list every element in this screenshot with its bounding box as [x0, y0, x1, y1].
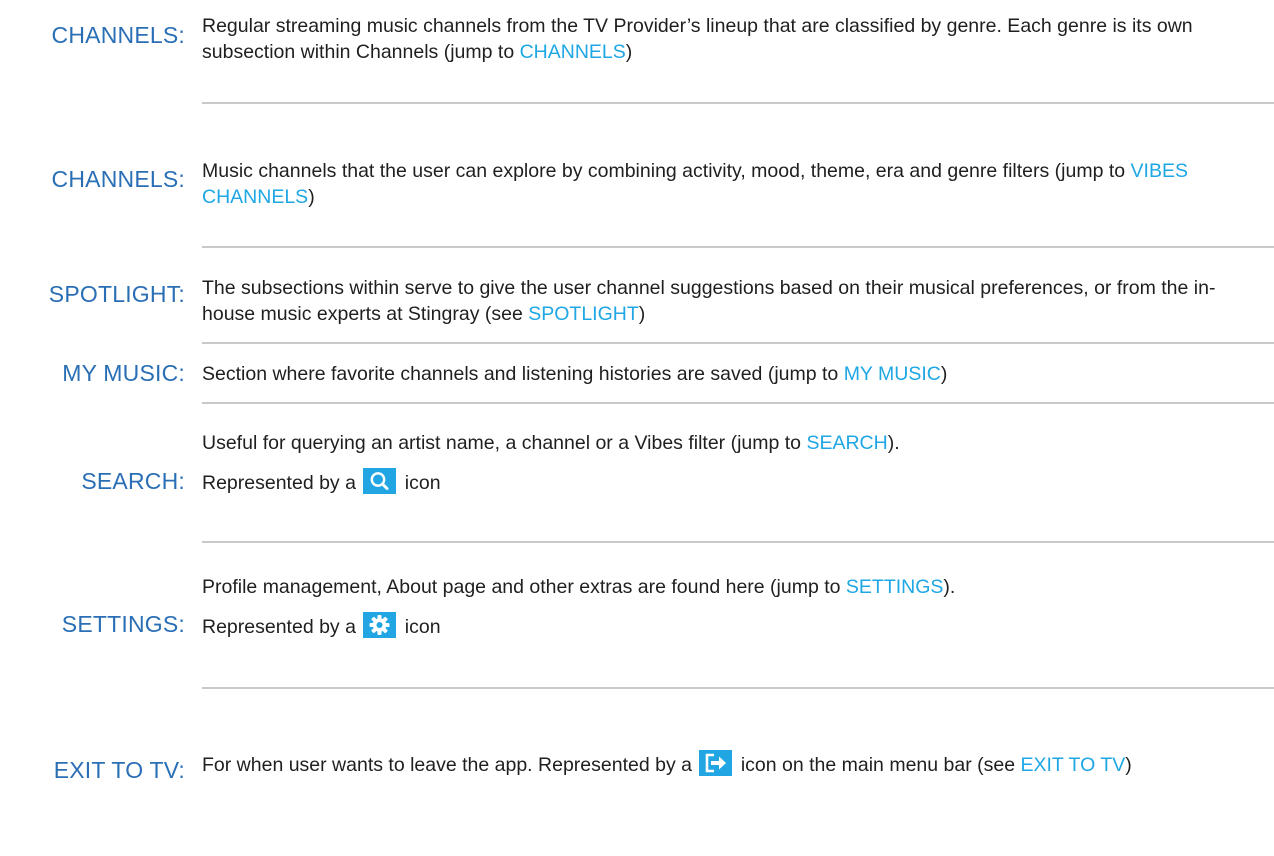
jump-link-spotlight[interactable]: SPOTLIGHT: [528, 303, 639, 325]
description-text: ).: [943, 576, 956, 598]
term-description: Music channels that the user can explore…: [202, 158, 1264, 210]
jump-link-search[interactable]: SEARCH: [806, 432, 887, 454]
exit-icon: [699, 750, 733, 776]
term-label: EXIT TO TV:: [53, 757, 185, 783]
description-text: ): [308, 186, 315, 208]
term-description: Profile management, About page and other…: [202, 567, 1264, 647]
jump-link-channels[interactable]: CHANNELS: [520, 41, 626, 63]
description-text: icon: [404, 616, 441, 638]
description-text: ): [1125, 754, 1132, 776]
gear-icon: [363, 612, 397, 638]
description-text: ): [625, 41, 633, 63]
description-text: Music channels that the user can explore…: [202, 160, 1131, 182]
description-text: Section where favorite channels and list…: [202, 363, 844, 385]
description-text: ): [638, 303, 646, 325]
description-text: For when user wants to leave the app. Re…: [202, 754, 692, 776]
description-text: ): [940, 363, 948, 385]
term-label: MY MUSIC:: [62, 360, 185, 386]
term-label: SEARCH:: [81, 468, 185, 494]
divider: [202, 102, 1274, 104]
divider: [202, 246, 1274, 248]
description-text: icon on the main menu bar (see: [740, 754, 1021, 776]
description-text: Represented by a: [202, 472, 356, 494]
term-description: The subsections within serve to give the…: [202, 275, 1264, 327]
description-text: icon: [404, 472, 441, 494]
term-description: Useful for querying an artist name, a ch…: [202, 423, 1264, 503]
term-label: SPOTLIGHT:: [48, 281, 185, 307]
search-icon: [363, 468, 397, 494]
jump-link-exit-to-tv[interactable]: EXIT TO TV: [1020, 754, 1125, 776]
description-text: Represented by a: [202, 616, 356, 638]
jump-link-my-music[interactable]: MY MUSIC: [844, 363, 941, 385]
divider: [202, 687, 1274, 689]
divider: [202, 402, 1274, 404]
description-text: The subsections within serve to give the…: [202, 277, 1216, 325]
description-text: Profile management, About page and other…: [202, 576, 846, 598]
description-text: Regular streaming music channels from th…: [202, 15, 1193, 63]
jump-link-settings[interactable]: SETTINGS: [846, 576, 944, 598]
term-description: Section where favorite channels and list…: [202, 361, 1264, 387]
term-description: For when user wants to leave the app. Re…: [202, 750, 1264, 780]
term-label: CHANNELS:: [51, 166, 185, 192]
divider: [202, 541, 1274, 543]
term-label: CHANNELS:: [51, 22, 185, 48]
divider: [202, 342, 1274, 344]
description-text: Useful for querying an artist name, a ch…: [202, 432, 807, 454]
term-label: SETTINGS:: [61, 611, 185, 637]
term-description: Regular streaming music channels from th…: [202, 13, 1264, 65]
description-text: ).: [887, 432, 900, 454]
